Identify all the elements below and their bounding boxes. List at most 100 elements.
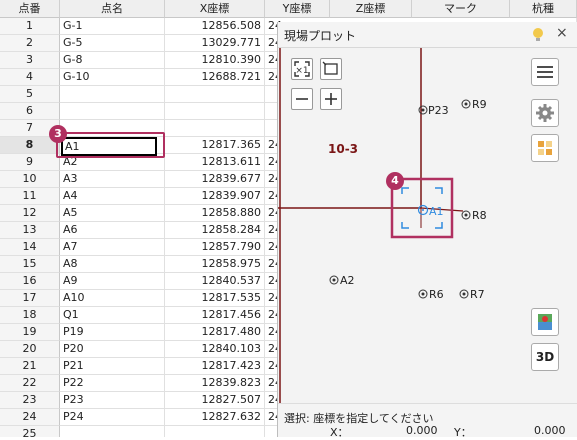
row-number[interactable]: 18 [0, 307, 60, 324]
point-name-cell[interactable]: P21 [60, 358, 165, 375]
point-name-cell[interactable]: Q1 [60, 307, 165, 324]
menu-button[interactable] [531, 58, 559, 86]
point-name-cell[interactable]: P20 [60, 341, 165, 358]
point-name-cell[interactable]: G-5 [60, 35, 165, 52]
row-number[interactable]: 9 [0, 154, 60, 171]
point-name-cell[interactable]: P19 [60, 324, 165, 341]
x-coordinate-cell[interactable]: 12817.535 [165, 290, 265, 307]
status-bar: 選択: 座標を指定してください X： 0.000 Y： 0.000 [278, 403, 577, 439]
row-number[interactable]: 13 [0, 222, 60, 239]
zoom-window-button[interactable] [320, 58, 342, 80]
x-coordinate-cell[interactable]: 12817.423 [165, 358, 265, 375]
x-coordinate-cell[interactable]: 12839.823 [165, 375, 265, 392]
map-button[interactable] [531, 308, 559, 336]
row-number[interactable]: 4 [0, 69, 60, 86]
x-coordinate-cell[interactable]: 13029.771 [165, 35, 265, 52]
col-header-z[interactable]: Z座標 [330, 0, 412, 18]
zoom-out-button[interactable] [291, 88, 313, 110]
row-number[interactable]: 2 [0, 35, 60, 52]
row-number[interactable]: 16 [0, 273, 60, 290]
point-name-cell[interactable]: A10 [60, 290, 165, 307]
x-coordinate-cell[interactable]: 12839.677 [165, 171, 265, 188]
row-number[interactable]: 17 [0, 290, 60, 307]
col-header-y[interactable]: Y座標 [265, 0, 330, 18]
point-name-cell[interactable]: P24 [60, 409, 165, 426]
row-number[interactable]: 3 [0, 52, 60, 69]
point-name-cell[interactable] [60, 103, 165, 120]
point-name-cell[interactable]: A3 [60, 171, 165, 188]
point-name-cell[interactable]: A8 [60, 256, 165, 273]
x-coordinate-cell[interactable] [165, 426, 265, 437]
coord-x-value: 0.000 [406, 424, 438, 437]
callout-frame-3 [56, 132, 165, 158]
point-label-r7: R7 [470, 288, 485, 301]
layer-button[interactable] [531, 134, 559, 162]
view-3d-button[interactable]: 3D [531, 343, 559, 371]
col-header-name[interactable]: 点名 [60, 0, 165, 18]
row-number[interactable]: 5 [0, 86, 60, 103]
x-coordinate-cell[interactable]: 12827.507 [165, 392, 265, 409]
row-number[interactable]: 25 [0, 426, 60, 437]
x-coordinate-cell[interactable]: 12857.790 [165, 239, 265, 256]
row-number[interactable]: 11 [0, 188, 60, 205]
col-header-x[interactable]: X座標 [165, 0, 265, 18]
point-label-r6: R6 [429, 288, 444, 301]
point-name-cell[interactable]: A7 [60, 239, 165, 256]
point-name-cell[interactable]: P22 [60, 375, 165, 392]
zoom-in-button[interactable] [320, 88, 342, 110]
point-name-cell[interactable]: P23 [60, 392, 165, 409]
col-header-no[interactable]: 点番 [0, 0, 60, 18]
x-coordinate-cell[interactable]: 12856.508 [165, 18, 265, 35]
x-coordinate-cell[interactable]: 12839.907 [165, 188, 265, 205]
settings-button[interactable] [531, 99, 559, 127]
x-coordinate-cell[interactable]: 12840.103 [165, 341, 265, 358]
point-name-cell[interactable] [60, 86, 165, 103]
x-coordinate-cell[interactable]: 12817.480 [165, 324, 265, 341]
x-coordinate-cell[interactable] [165, 103, 265, 120]
x-coordinate-cell[interactable]: 12810.390 [165, 52, 265, 69]
point-label-r8: R8 [472, 209, 487, 222]
point-name-cell[interactable]: G-8 [60, 52, 165, 69]
col-header-pile[interactable]: 杭種 [510, 0, 577, 18]
zoom-extent-button[interactable]: ×1 [291, 58, 313, 80]
hamburger-icon [537, 66, 553, 78]
point-name-cell[interactable]: A5 [60, 205, 165, 222]
x-coordinate-cell[interactable]: 12688.721 [165, 69, 265, 86]
row-number[interactable]: 23 [0, 392, 60, 409]
close-icon[interactable]: × [556, 25, 568, 41]
x-coordinate-cell[interactable]: 12858.880 [165, 205, 265, 222]
x-coordinate-cell[interactable]: 12827.632 [165, 409, 265, 426]
point-name-cell[interactable] [60, 426, 165, 437]
x-coordinate-cell[interactable]: 12858.975 [165, 256, 265, 273]
row-number[interactable]: 10 [0, 171, 60, 188]
x-coordinate-cell[interactable]: 12817.365 [165, 137, 265, 154]
point-name-cell[interactable]: G-10 [60, 69, 165, 86]
gear-icon [536, 104, 554, 122]
row-number[interactable]: 14 [0, 239, 60, 256]
x-coordinate-cell[interactable] [165, 86, 265, 103]
plot-canvas[interactable]: ×1 P23 R9 R8 A1 A2 R6 R7 10-3 4 3D [278, 48, 577, 403]
point-name-cell[interactable]: A6 [60, 222, 165, 239]
point-name-cell[interactable]: A9 [60, 273, 165, 290]
row-number[interactable]: 12 [0, 205, 60, 222]
point-name-cell[interactable]: G-1 [60, 18, 165, 35]
x-coordinate-cell[interactable]: 12840.537 [165, 273, 265, 290]
point-name-cell[interactable]: A4 [60, 188, 165, 205]
row-number[interactable]: 6 [0, 103, 60, 120]
row-number[interactable]: 1 [0, 18, 60, 35]
row-number[interactable]: 21 [0, 358, 60, 375]
x-coordinate-cell[interactable]: 12813.611 [165, 154, 265, 171]
lightbulb-icon[interactable] [532, 27, 544, 43]
x-coordinate-cell[interactable] [165, 120, 265, 137]
row-number[interactable]: 22 [0, 375, 60, 392]
x-coordinate-cell[interactable]: 12817.456 [165, 307, 265, 324]
col-header-mark[interactable]: マーク [412, 0, 510, 18]
x-coordinate-cell[interactable]: 12858.284 [165, 222, 265, 239]
row-number[interactable]: 15 [0, 256, 60, 273]
row-number[interactable]: 19 [0, 324, 60, 341]
panel-title-bar: 現場プロット × [278, 22, 577, 48]
row-number[interactable]: 24 [0, 409, 60, 426]
row-number[interactable]: 20 [0, 341, 60, 358]
site-plot-panel: 現場プロット × ×1 P23 R9 R8 A1 A2 R6 R7 10-3 4… [277, 22, 577, 439]
zoom-extent-icon: ×1 [294, 61, 310, 77]
